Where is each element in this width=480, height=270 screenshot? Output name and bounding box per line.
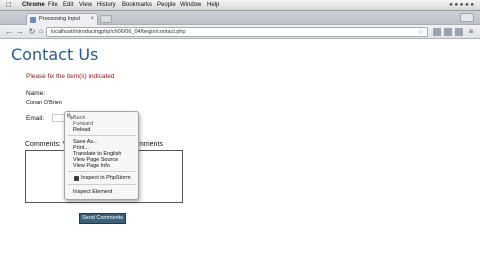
extension-icon[interactable] xyxy=(444,28,452,36)
phpstorm-icon xyxy=(74,176,79,181)
menu-edit[interactable]: Edit xyxy=(63,0,73,11)
tab-title: Processing Input xyxy=(39,16,80,22)
address-bar[interactable]: localhost/introducingphp/ch06/06_04/begi… xyxy=(46,27,428,37)
new-tab-button[interactable] xyxy=(100,15,112,23)
close-tab-icon[interactable]: × xyxy=(90,14,94,25)
profile-button[interactable] xyxy=(460,13,474,22)
tab-strip: Processing Input × xyxy=(0,11,480,25)
bookmark-star-icon[interactable]: ☆ xyxy=(418,28,424,36)
menu-view[interactable]: View xyxy=(79,0,92,11)
menu-bookmarks[interactable]: Bookmarks xyxy=(122,0,152,11)
status-icons: ● ● ● ● ● xyxy=(449,2,474,8)
send-comments-button[interactable]: Send Comments xyxy=(79,213,126,224)
home-icon[interactable]: ⌂ xyxy=(36,27,46,37)
os-menubar:  Chrome File Edit View History Bookmark… xyxy=(0,0,480,11)
menu-history[interactable]: History xyxy=(97,0,116,11)
context-menu-item-page-info[interactable]: View Page Info xyxy=(73,163,110,169)
menu-help[interactable]: Help xyxy=(207,0,219,11)
forward-arrow-icon[interactable]: → xyxy=(15,27,25,37)
tab-processing-input[interactable]: Processing Input × xyxy=(26,13,98,25)
name-field[interactable] xyxy=(26,98,108,108)
back-arrow-icon[interactable]: ← xyxy=(4,27,14,37)
menu-window[interactable]: Window xyxy=(180,0,201,11)
apple-icon[interactable]:  xyxy=(6,0,11,11)
email-label: Email: xyxy=(26,115,45,122)
menu-file[interactable]: File xyxy=(48,0,58,11)
context-menu-divider xyxy=(68,171,136,172)
context-menu-item-inspect-element[interactable]: Inspect Element xyxy=(73,189,112,195)
mouse-cursor-icon: ⬁ xyxy=(66,111,74,121)
menu-chrome[interactable]: Chrome xyxy=(22,0,45,11)
page-favicon-icon xyxy=(30,17,36,23)
name-label: Name: xyxy=(26,90,46,97)
menu-people[interactable]: People xyxy=(157,0,176,11)
error-message: Please fix the item(s) indicated xyxy=(26,73,115,80)
context-menu: Back Forward Reload Save As... Print... … xyxy=(64,111,139,200)
context-menu-item-reload[interactable]: Reload xyxy=(73,127,90,133)
context-menu-divider xyxy=(68,184,136,185)
extension-icon[interactable] xyxy=(455,28,463,36)
url-text: localhost/introducingphp/ch06/06_04/begi… xyxy=(51,29,186,35)
context-menu-divider xyxy=(68,135,136,136)
comments-label-tail: mments xyxy=(138,141,163,148)
browser-toolbar: ← → ↻ ⌂ localhost/introducingphp/ch06/06… xyxy=(0,25,480,39)
extension-icon[interactable] xyxy=(433,28,441,36)
comments-label: Comments: V xyxy=(25,141,68,148)
page-title: Contact Us xyxy=(11,45,99,64)
context-menu-item-inspect-phpstorm[interactable]: Inspect in PhpStorm xyxy=(81,175,131,181)
menu-hamburger-icon[interactable]: ≡ xyxy=(466,27,476,37)
